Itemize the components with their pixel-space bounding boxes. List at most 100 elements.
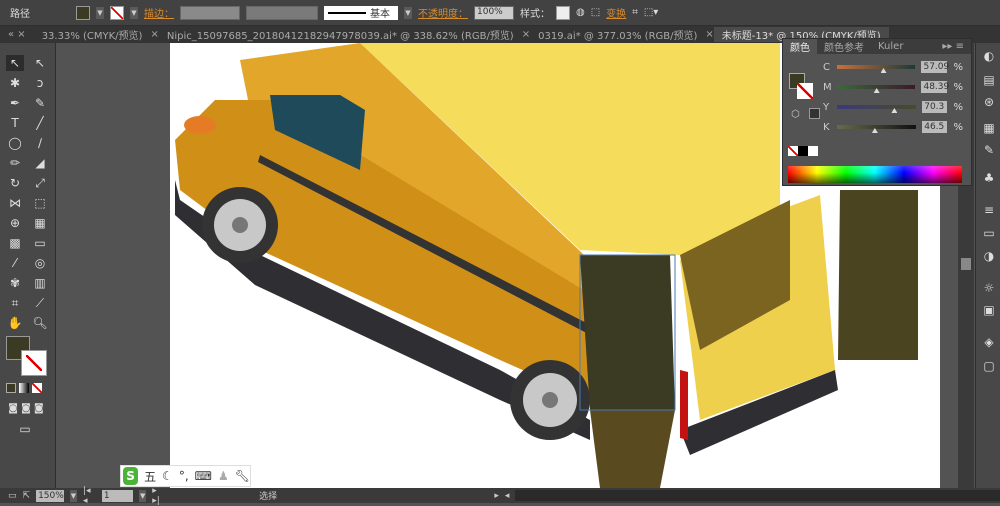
direct-selection-tool-icon[interactable]: ↖ — [31, 55, 49, 71]
draw-mode-icons[interactable]: ◙ ◙ ◙ — [6, 401, 46, 417]
chevron-down-icon[interactable]: ▼ — [70, 489, 77, 502]
screen-mode-icon[interactable]: ▭ — [16, 421, 34, 437]
status-menu-icon[interactable]: ▸ — [494, 491, 499, 501]
color-mode-icon[interactable] — [6, 383, 16, 393]
artboard-tool-icon[interactable]: ⌗ — [6, 295, 24, 311]
artboard-nav-icon[interactable]: ▭ — [8, 491, 17, 501]
channel-slider[interactable] — [837, 85, 916, 93]
tab-doc-3[interactable]: 0319.ai* @ 377.03% (RGB/预览) — [530, 27, 705, 42]
stroke-icon[interactable]: ≡ — [982, 203, 996, 217]
isolate-icon[interactable]: ⌗ — [632, 7, 638, 18]
magic-wand-icon[interactable]: ✱ — [6, 75, 24, 91]
color-spectrum[interactable] — [788, 166, 962, 183]
stroke-profile-select[interactable]: 基本 — [324, 5, 398, 20]
artboards-icon[interactable]: ▢ — [982, 359, 996, 373]
eraser-tool-icon[interactable]: ◢ — [31, 155, 49, 171]
collapse-icon[interactable]: « × — [0, 29, 34, 40]
channel-slider[interactable] — [836, 125, 917, 133]
scroll-left-icon[interactable]: ◂ — [505, 491, 510, 501]
scale-tool-icon[interactable]: ⤢ — [31, 175, 49, 191]
align-icon[interactable]: ⬚ — [591, 7, 600, 18]
stroke-weight-input[interactable] — [180, 5, 240, 20]
recolor-icon[interactable]: ◍ — [576, 7, 585, 18]
perspective-grid-icon[interactable]: ▦ — [31, 215, 49, 231]
gradient-icon[interactable]: ▭ — [982, 226, 996, 240]
type-tool-icon[interactable]: T — [6, 115, 24, 131]
blend-tool-icon[interactable]: ◎ — [31, 255, 49, 271]
symbol-sprayer-icon[interactable]: ✾ — [6, 275, 24, 291]
curvature-icon[interactable]: ✎ — [31, 95, 49, 111]
brushes-icon[interactable]: ✎ — [982, 143, 996, 157]
ellipse-tool-icon[interactable]: ◯ — [6, 135, 24, 151]
pencil-tool-icon[interactable]: ✏ — [6, 155, 24, 171]
opacity-input[interactable]: 100% — [474, 5, 514, 20]
fill-swatch[interactable] — [76, 5, 90, 20]
none-mode-icon[interactable] — [32, 383, 42, 393]
color-panel-icon[interactable]: ◐ — [982, 49, 996, 63]
slider-thumb[interactable] — [871, 128, 878, 133]
share-icon[interactable]: ⇱ — [23, 491, 31, 501]
graph-tool-icon[interactable]: ▥ — [31, 275, 49, 291]
channel-slider[interactable] — [836, 105, 917, 113]
pen-tool-icon[interactable]: ✒ — [6, 95, 24, 111]
zoom-tool-icon[interactable]: 🔍︎ — [31, 315, 49, 331]
black-swatch[interactable] — [798, 146, 808, 156]
channel-value-input[interactable]: 48.39 — [921, 81, 949, 93]
transform-link[interactable]: 变换 — [606, 5, 626, 20]
style-swatch[interactable] — [556, 5, 570, 20]
swatches-icon[interactable]: ▦ — [982, 121, 996, 135]
channel-value-input[interactable]: 70.3 — [922, 101, 948, 113]
white-swatch[interactable] — [808, 146, 818, 156]
transparency-icon[interactable]: ◑ — [982, 249, 996, 263]
wrench-icon[interactable]: 🔧︎ — [235, 469, 250, 483]
chevron-down-icon[interactable]: ▼ — [404, 6, 412, 19]
color-guide-icon[interactable]: ▤ — [982, 73, 996, 87]
line-tool-icon[interactable]: ╱ — [31, 115, 49, 131]
channel-value-input[interactable]: 46.5 — [922, 121, 948, 133]
keyboard-icon[interactable]: ⌨ — [195, 469, 212, 483]
web-safe-swatch[interactable] — [809, 108, 820, 119]
ime-mode[interactable]: 五 — [144, 468, 156, 485]
panel-menu-icon[interactable]: ▸▸ ≡ — [935, 41, 971, 52]
slider-thumb[interactable] — [873, 88, 880, 93]
zoom-input[interactable]: 150% — [36, 489, 65, 502]
none-swatch[interactable] — [788, 146, 798, 156]
horizontal-scrollbar[interactable] — [515, 490, 1000, 501]
slice-tool-icon[interactable]: ⟋ — [31, 295, 49, 311]
stroke-swatch[interactable] — [110, 5, 124, 20]
shape-builder-icon[interactable]: ⊕ — [6, 215, 24, 231]
slider-thumb[interactable] — [891, 108, 898, 113]
free-transform-icon[interactable]: ⬚ — [31, 195, 49, 211]
moon-icon[interactable]: ☾ — [162, 469, 173, 483]
stroke-label[interactable]: 描边： — [144, 5, 174, 20]
chevron-down-icon[interactable]: ▼ — [96, 6, 104, 19]
tab-color[interactable]: 颜色 — [783, 39, 817, 54]
mesh-tool-icon[interactable]: ▩ — [6, 235, 24, 251]
gradient-tool-icon[interactable]: ▭ — [31, 235, 49, 251]
eyedropper-icon[interactable]: ⁄ — [6, 255, 24, 271]
channel-value-input[interactable]: 57.09 — [921, 61, 949, 73]
select-similar-icon[interactable]: ⬚▾ — [644, 7, 658, 18]
hand-tool-icon[interactable]: ✋ — [6, 315, 24, 331]
brush-tool-icon[interactable]: ∕ — [31, 135, 49, 151]
chevron-down-icon[interactable]: ▼ — [139, 489, 147, 502]
variable-width-select[interactable] — [246, 5, 318, 20]
close-icon[interactable]: × — [705, 29, 713, 40]
width-tool-icon[interactable]: ⋈ — [6, 195, 24, 211]
stroke-color-box[interactable] — [21, 350, 47, 376]
lasso-icon[interactable]: ↄ — [31, 75, 49, 91]
channel-slider[interactable] — [836, 65, 916, 73]
selection-tool-icon[interactable]: ↖ — [6, 55, 24, 71]
opacity-label[interactable]: 不透明度： — [418, 5, 468, 20]
appearance-icon[interactable]: ☼ — [982, 281, 996, 295]
gradient-mode-icon[interactable] — [19, 383, 29, 393]
tab-doc-2[interactable]: Nipic_15097685_20180412182947978039.ai* … — [159, 27, 522, 42]
chevron-down-icon[interactable]: ▼ — [130, 6, 138, 19]
slider-thumb[interactable] — [880, 68, 887, 73]
page-input[interactable]: 1 — [101, 489, 134, 502]
tab-kuler[interactable]: Kuler — [871, 41, 910, 52]
ime-logo[interactable]: S — [123, 467, 139, 485]
graphic-styles-icon[interactable]: ▣ — [982, 303, 996, 317]
symbols-icon[interactable]: ♣ — [982, 171, 996, 185]
tab-doc-1[interactable]: 33.33% (CMYK/预览) — [34, 27, 151, 42]
